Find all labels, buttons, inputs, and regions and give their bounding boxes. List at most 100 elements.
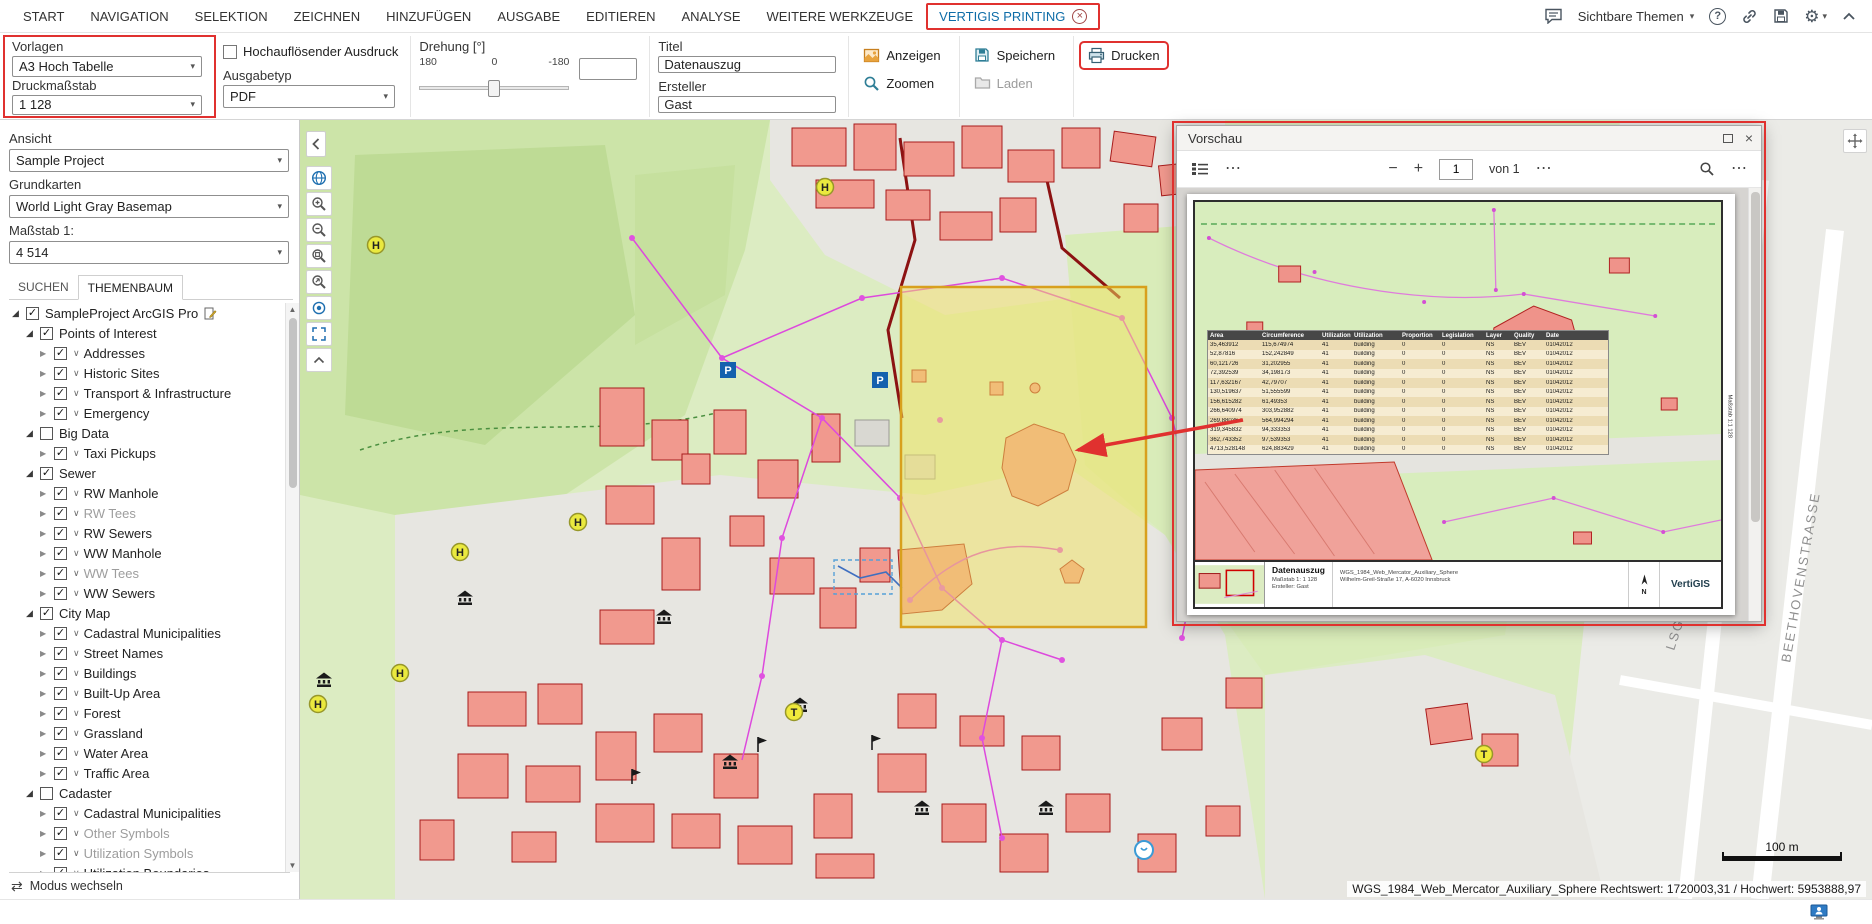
- preview-scrollbar-thumb[interactable]: [1751, 192, 1760, 522]
- tree-item-historic-sites[interactable]: ▶∨Historic Sites: [9, 363, 281, 383]
- legend-toggle-icon[interactable]: ∨: [73, 568, 80, 579]
- close-window-icon[interactable]: ×: [1745, 131, 1753, 145]
- expand-node-icon[interactable]: ▶: [40, 449, 54, 458]
- legend-toggle-icon[interactable]: ∨: [73, 668, 80, 679]
- link-icon[interactable]: [1741, 8, 1758, 25]
- expand-node-icon[interactable]: ▶: [40, 629, 54, 638]
- menu-tab-navigation[interactable]: NAVIGATION: [77, 3, 181, 30]
- layer-visibility-checkbox[interactable]: [54, 647, 67, 660]
- help-icon[interactable]: ?: [1709, 8, 1726, 25]
- tree-item-sampleproject-arcgis-pro[interactable]: ◢SampleProject ArcGIS Pro: [9, 303, 281, 323]
- rotation-slider[interactable]: 180 -180 0: [419, 56, 569, 90]
- menu-tab-weitere-werkzeuge[interactable]: WEITERE WERKZEUGE: [754, 3, 927, 30]
- expand-node-icon[interactable]: ▶: [40, 349, 54, 358]
- settings-gear-icon[interactable]: ⚙▾: [1804, 8, 1827, 25]
- slider-thumb[interactable]: [488, 80, 500, 97]
- layer-visibility-checkbox[interactable]: [54, 827, 67, 840]
- menu-tab-analyse[interactable]: ANALYSE: [669, 3, 754, 30]
- expand-node-icon[interactable]: ▶: [40, 509, 54, 518]
- collapse-sidebar-button[interactable]: [306, 131, 326, 157]
- highres-checkbox-row[interactable]: Hochauflösender Ausdruck: [223, 44, 398, 59]
- layer-visibility-checkbox[interactable]: [54, 747, 67, 760]
- layer-visibility-checkbox[interactable]: [54, 627, 67, 640]
- thumbnails-panel-icon[interactable]: [1191, 162, 1209, 176]
- layer-visibility-checkbox[interactable]: [54, 387, 67, 400]
- basemap-dropdown[interactable]: World Light Gray Basemap ▾: [9, 195, 289, 218]
- layer-visibility-checkbox[interactable]: [54, 807, 67, 820]
- print-scale-dropdown[interactable]: 1 128 ▾: [12, 95, 202, 116]
- collapse-node-icon[interactable]: ◢: [26, 788, 40, 799]
- legend-toggle-icon[interactable]: ∨: [73, 648, 80, 659]
- expand-node-icon[interactable]: ▶: [40, 709, 54, 718]
- zoom-out-page-icon[interactable]: −: [1388, 161, 1397, 177]
- scroll-up-icon[interactable]: ▲: [289, 303, 297, 316]
- layer-visibility-checkbox[interactable]: [54, 727, 67, 740]
- zoom-out-button[interactable]: [306, 218, 332, 242]
- tab-theme-tree[interactable]: THEMENBAUM: [78, 275, 183, 300]
- layer-visibility-checkbox[interactable]: [54, 867, 67, 873]
- layer-visibility-checkbox[interactable]: [54, 567, 67, 580]
- tree-item-traffic-area[interactable]: ▶∨Traffic Area: [9, 763, 281, 783]
- layer-visibility-checkbox[interactable]: [40, 787, 53, 800]
- collapse-ribbon-icon[interactable]: [1842, 12, 1856, 21]
- toolbar-more-icon[interactable]: ⋯: [1731, 161, 1747, 177]
- load-settings-button[interactable]: Laden: [968, 72, 1062, 95]
- expand-node-icon[interactable]: ▶: [40, 829, 54, 838]
- tree-item-sewer[interactable]: ◢Sewer: [9, 463, 281, 483]
- locate-button[interactable]: [306, 296, 332, 320]
- expand-node-icon[interactable]: ▶: [40, 549, 54, 558]
- zoom-world-button[interactable]: [306, 166, 332, 190]
- expand-node-icon[interactable]: ▶: [40, 369, 54, 378]
- collapse-node-icon[interactable]: ◢: [26, 608, 40, 619]
- legend-toggle-icon[interactable]: ∨: [73, 748, 80, 759]
- layer-visibility-checkbox[interactable]: [54, 547, 67, 560]
- collapse-toolbar-button[interactable]: [306, 348, 332, 372]
- expand-node-icon[interactable]: ▶: [40, 389, 54, 398]
- tree-item-rw-sewers[interactable]: ▶∨RW Sewers: [9, 523, 281, 543]
- visible-themes-button[interactable]: Sichtbare Themen ▾: [1578, 9, 1695, 24]
- templates-dropdown[interactable]: A3 Hoch Tabelle ▾: [12, 56, 202, 77]
- layer-visibility-checkbox[interactable]: [54, 527, 67, 540]
- legend-toggle-icon[interactable]: ∨: [73, 868, 80, 873]
- project-edit-icon[interactable]: [204, 307, 217, 320]
- layer-visibility-checkbox[interactable]: [54, 507, 67, 520]
- tree-item-cadastral-municipalities[interactable]: ▶∨Cadastral Municipalities: [9, 803, 281, 823]
- expand-node-icon[interactable]: ▶: [40, 649, 54, 658]
- expand-node-icon[interactable]: ▶: [40, 489, 54, 498]
- layer-visibility-checkbox[interactable]: [54, 707, 67, 720]
- expand-node-icon[interactable]: ▶: [40, 749, 54, 758]
- legend-toggle-icon[interactable]: ∨: [73, 728, 80, 739]
- comment-panel-icon[interactable]: [1544, 8, 1563, 24]
- layer-visibility-checkbox[interactable]: [54, 447, 67, 460]
- page-more-icon[interactable]: ⋯: [1536, 161, 1552, 177]
- print-button[interactable]: Drucken: [1082, 44, 1165, 67]
- highres-checkbox[interactable]: [223, 45, 237, 59]
- page-number-input[interactable]: [1439, 159, 1473, 180]
- legend-toggle-icon[interactable]: ∨: [73, 808, 80, 819]
- view-dropdown[interactable]: Sample Project ▾: [9, 149, 289, 172]
- layer-visibility-checkbox[interactable]: [54, 487, 67, 500]
- legend-toggle-icon[interactable]: ∨: [73, 628, 80, 639]
- tree-item-taxi-pickups[interactable]: ▶∨Taxi Pickups: [9, 443, 281, 463]
- menu-tab-start[interactable]: START: [10, 3, 77, 30]
- tree-item-water-area[interactable]: ▶∨Water Area: [9, 743, 281, 763]
- tree-item-built-up-area[interactable]: ▶∨Built-Up Area: [9, 683, 281, 703]
- legend-toggle-icon[interactable]: ∨: [73, 588, 80, 599]
- tree-item-big-data[interactable]: ◢Big Data: [9, 423, 281, 443]
- preview-content[interactable]: AreaCircumferenceUtilizationUtilizationP…: [1177, 188, 1761, 621]
- close-tab-icon[interactable]: ×: [1072, 9, 1087, 24]
- tree-item-transport-infrastructure[interactable]: ▶∨Transport & Infrastructure: [9, 383, 281, 403]
- layer-visibility-checkbox[interactable]: [40, 607, 53, 620]
- legend-toggle-icon[interactable]: ∨: [73, 828, 80, 839]
- legend-toggle-icon[interactable]: ∨: [73, 848, 80, 859]
- legend-toggle-icon[interactable]: ∨: [73, 688, 80, 699]
- show-button[interactable]: Anzeigen: [857, 44, 946, 67]
- tree-item-cadastral-municipalities[interactable]: ▶∨Cadastral Municipalities: [9, 623, 281, 643]
- tree-item-grassland[interactable]: ▶∨Grassland: [9, 723, 281, 743]
- layer-visibility-checkbox[interactable]: [54, 767, 67, 780]
- legend-toggle-icon[interactable]: ∨: [73, 348, 80, 359]
- collapse-node-icon[interactable]: ◢: [26, 468, 40, 479]
- tree-item-points-of-interest[interactable]: ◢Points of Interest: [9, 323, 281, 343]
- expand-node-icon[interactable]: ▶: [40, 869, 54, 873]
- tree-item-rw-tees[interactable]: ▶∨RW Tees: [9, 503, 281, 523]
